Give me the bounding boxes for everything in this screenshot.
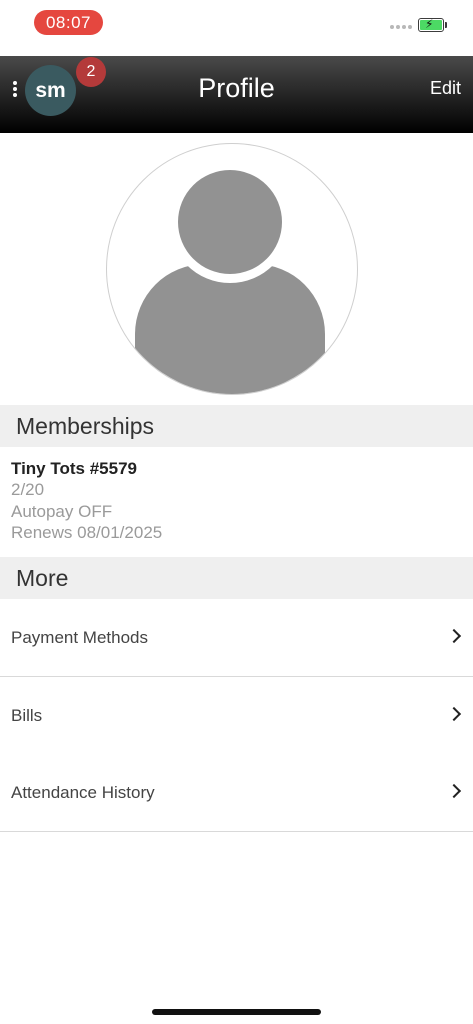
list-item-payment-methods[interactable]: Payment Methods [0, 599, 473, 677]
list-item-label: Attendance History [11, 783, 155, 802]
membership-renews: Renews 08/01/2025 [11, 523, 163, 542]
page-title: Profile [198, 73, 275, 103]
battery-charging-icon: ⚡ [418, 17, 444, 32]
chevron-right-icon [446, 783, 462, 799]
person-body-shape [135, 264, 325, 394]
chevron-right-icon [446, 706, 462, 722]
membership-name: Tiny Tots #5579 [11, 459, 137, 478]
membership-card[interactable]: Tiny Tots #5579 2/20 Autopay OFF Renews … [0, 447, 473, 557]
list-item-bills[interactable]: Bills [0, 677, 473, 755]
more-section-header: More [0, 557, 473, 599]
list-item-label: Payment Methods [11, 628, 149, 647]
person-head-shape [178, 170, 282, 274]
status-bar: 08:07 ⚡ [0, 0, 473, 56]
chevron-right-icon [446, 628, 462, 644]
nav-bar: sm 2 Profile Edit [0, 56, 473, 133]
edit-button[interactable]: Edit [430, 78, 461, 99]
list-item-attendance-history[interactable]: Attendance History [0, 754, 473, 832]
signal-icon [390, 25, 412, 29]
list-item-label: Bills [11, 706, 43, 725]
status-time: 08:07 [34, 10, 103, 35]
membership-count: 2/20 [11, 480, 45, 499]
person-placeholder-icon[interactable] [106, 143, 358, 395]
memberships-section-header: Memberships [0, 405, 473, 447]
battery-nub [445, 22, 447, 28]
home-indicator[interactable] [152, 1009, 321, 1015]
membership-autopay: Autopay OFF [11, 501, 113, 521]
profile-photo-area [0, 133, 473, 405]
